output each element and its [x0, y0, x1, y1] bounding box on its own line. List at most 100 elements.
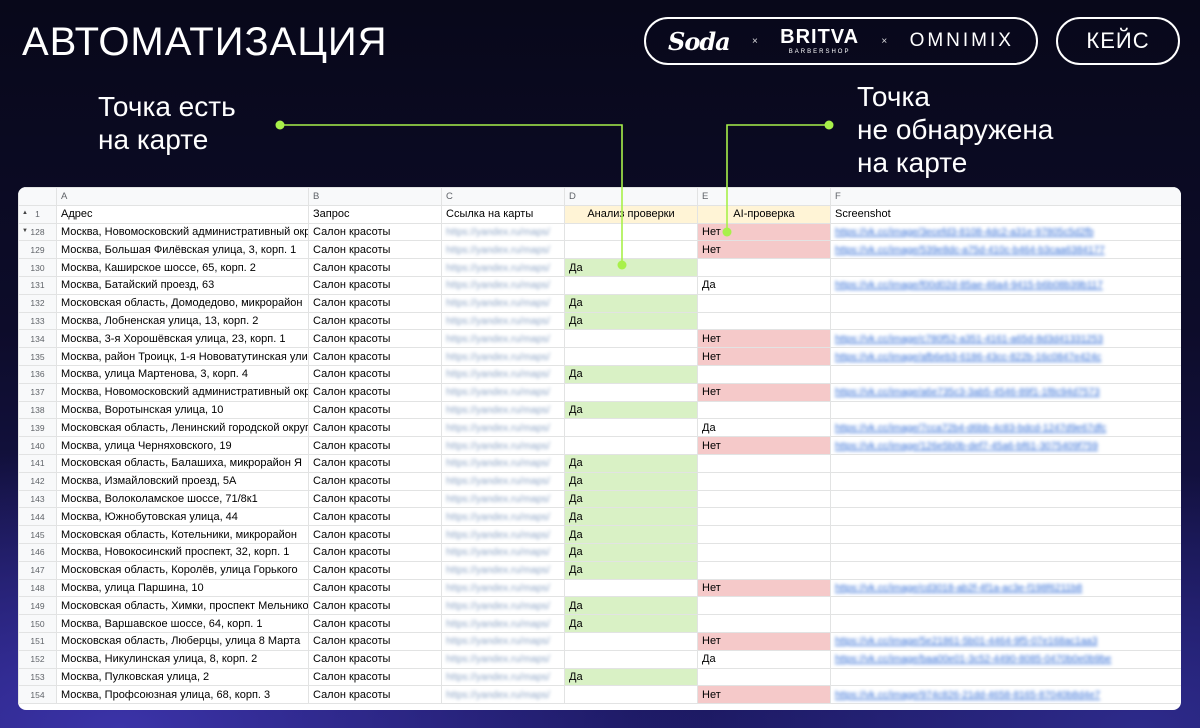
cell-screenshot[interactable]: https://vk.cc/image/3ecefd3-8108-4dc2-a3… [830, 222, 1181, 242]
cell-screenshot[interactable] [830, 453, 1181, 473]
cell-screenshot[interactable] [830, 293, 1181, 313]
cell-query[interactable]: Салон красоты [308, 578, 442, 598]
cell-address[interactable]: Москва, Волоколамское шоссе, 71/8к1 [56, 489, 309, 509]
cell-map-link[interactable]: https://yandex.ru/maps/ [441, 418, 565, 438]
cell-map-link[interactable]: https://yandex.ru/maps/ [441, 614, 565, 633]
cell-analysis[interactable] [564, 649, 698, 669]
cell-address[interactable]: Московская область, Котельники, микрорай… [56, 525, 309, 544]
cell-screenshot[interactable] [830, 667, 1181, 687]
cell-map-link[interactable]: https://yandex.ru/maps/ [441, 667, 565, 687]
cell-screenshot[interactable]: https://vk.cc/image/539e8dc-a75d-410c-b4… [830, 240, 1181, 260]
cell-map-link[interactable]: https://yandex.ru/maps/ [441, 525, 565, 544]
cell-analysis[interactable]: Да [564, 489, 698, 509]
header-ai-check[interactable]: AI-проверка [697, 204, 831, 224]
cell-map-link[interactable]: https://yandex.ru/maps/ [441, 560, 565, 580]
cell-screenshot[interactable]: https://vk.cc/image/c780f52-a351-4161-a6… [830, 329, 1181, 349]
cell-address[interactable]: Московская область, Люберцы, улица 8 Мар… [56, 631, 309, 651]
row-number[interactable]: 151 [18, 631, 57, 651]
header-map-link[interactable]: Ссылка на карты [441, 204, 565, 224]
row-number[interactable]: 149 [18, 596, 57, 616]
row-number[interactable]: 143 [18, 489, 57, 509]
cell-query[interactable]: Салон красоты [308, 560, 442, 580]
cell-ai-check[interactable]: Нет [697, 631, 831, 651]
column-letter-b[interactable]: B [308, 187, 442, 206]
cell-ai-check[interactable] [697, 507, 831, 527]
cell-map-link[interactable]: https://yandex.ru/maps/ [441, 507, 565, 527]
cell-query[interactable]: Салон красоты [308, 542, 442, 562]
cell-ai-check[interactable] [697, 489, 831, 509]
cell-query[interactable]: Салон красоты [308, 667, 442, 687]
map-link[interactable]: https://yandex.ru/maps/ [446, 654, 550, 665]
cell-analysis[interactable] [564, 436, 698, 455]
cell-query[interactable]: Салон красоты [308, 240, 442, 260]
cell-address[interactable]: Москва, улица Мартенова, 3, корп. 4 [56, 364, 309, 384]
cell-address[interactable]: Московская область, Балашиха, микрорайон… [56, 453, 309, 473]
row-number[interactable]: 134 [18, 329, 57, 349]
row-number[interactable]: 132 [18, 293, 57, 313]
row-number[interactable]: 139 [18, 418, 57, 438]
cell-address[interactable]: Московская область, Домодедово, микрорай… [56, 293, 309, 313]
row-number[interactable]: 146 [18, 542, 57, 562]
cell-map-link[interactable]: https://yandex.ru/maps/ [441, 685, 565, 705]
cell-ai-check[interactable] [697, 364, 831, 384]
cell-screenshot[interactable] [830, 560, 1181, 580]
cell-analysis[interactable] [564, 631, 698, 651]
cell-query[interactable]: Салон красоты [308, 364, 442, 384]
map-link[interactable]: https://yandex.ru/maps/ [446, 458, 550, 469]
row-number[interactable]: 140 [18, 436, 57, 455]
cell-map-link[interactable]: https://yandex.ru/maps/ [441, 436, 565, 455]
cell-analysis[interactable] [564, 240, 698, 260]
cell-address[interactable]: Москва, улица Черняховского, 19 [56, 436, 309, 455]
map-link[interactable]: https://yandex.ru/maps/ [446, 263, 550, 274]
map-link[interactable]: https://yandex.ru/maps/ [446, 298, 550, 309]
cell-query[interactable]: Салон красоты [308, 685, 442, 705]
header-query[interactable]: Запрос [308, 204, 442, 224]
cell-map-link[interactable]: https://yandex.ru/maps/ [441, 649, 565, 669]
map-link[interactable]: https://yandex.ru/maps/ [446, 601, 550, 612]
screenshot-link[interactable]: https://vk.cc/image/f00d02d-85ae-46a4-94… [835, 280, 1103, 291]
row-number[interactable]: ▲ 1 [18, 204, 57, 224]
cell-map-link[interactable]: https://yandex.ru/maps/ [441, 596, 565, 616]
cell-query[interactable]: Салон красоты [308, 631, 442, 651]
cell-map-link[interactable]: https://yandex.ru/maps/ [441, 631, 565, 651]
cell-ai-check[interactable]: Нет [697, 240, 831, 260]
screenshot-link[interactable]: https://vk.cc/image/5e21861-5b01-4464-9f… [835, 636, 1097, 647]
map-link[interactable]: https://yandex.ru/maps/ [446, 512, 550, 523]
cell-query[interactable]: Салон красоты [308, 507, 442, 527]
screenshot-link[interactable]: https://vk.cc/image/a6e735c3-3ab5-4546-8… [835, 387, 1100, 398]
cell-ai-check[interactable]: Нет [697, 578, 831, 598]
collapse-up-icon[interactable]: ▲ [22, 210, 28, 216]
cell-analysis[interactable] [564, 685, 698, 705]
cell-address[interactable]: Москва, Лобненская улица, 13, корп. 2 [56, 311, 309, 331]
column-letter-f[interactable]: F [830, 187, 1181, 206]
cell-analysis[interactable]: Да [564, 258, 698, 277]
cell-analysis[interactable] [564, 418, 698, 438]
cell-analysis[interactable]: Да [564, 400, 698, 420]
cell-screenshot[interactable] [830, 471, 1181, 491]
map-link[interactable]: https://yandex.ru/maps/ [446, 547, 550, 558]
cell-map-link[interactable]: https://yandex.ru/maps/ [441, 489, 565, 509]
cell-query[interactable]: Салон красоты [308, 400, 442, 420]
screenshot-link[interactable]: https://vk.cc/image/539e8dc-a75d-410c-b4… [835, 245, 1105, 256]
cell-screenshot[interactable] [830, 311, 1181, 331]
cell-ai-check[interactable] [697, 293, 831, 313]
cell-screenshot[interactable]: https://vk.cc/image/a6e735c3-3ab5-4546-8… [830, 382, 1181, 402]
cell-address[interactable]: Москва, Измайловский проезд, 5А [56, 471, 309, 491]
cell-screenshot[interactable] [830, 614, 1181, 633]
map-link[interactable]: https://yandex.ru/maps/ [446, 619, 550, 630]
cell-address[interactable]: Москва, Южнобутовская улица, 44 [56, 507, 309, 527]
map-link[interactable]: https://yandex.ru/maps/ [446, 387, 550, 398]
cell-map-link[interactable]: https://yandex.ru/maps/ [441, 311, 565, 331]
cell-map-link[interactable]: https://yandex.ru/maps/ [441, 258, 565, 277]
map-link[interactable]: https://yandex.ru/maps/ [446, 405, 550, 416]
expand-down-icon[interactable]: ▼ [22, 228, 28, 234]
cell-map-link[interactable]: https://yandex.ru/maps/ [441, 347, 565, 366]
cell-query[interactable]: Салон красоты [308, 329, 442, 349]
cell-address[interactable]: Москва, Пулковская улица, 2 [56, 667, 309, 687]
cell-screenshot[interactable]: https://vk.cc/image/5e21861-5b01-4464-9f… [830, 631, 1181, 651]
cell-ai-check[interactable] [697, 471, 831, 491]
cell-query[interactable]: Салон красоты [308, 436, 442, 455]
row-number[interactable]: 133 [18, 311, 57, 331]
cell-ai-check[interactable] [697, 596, 831, 616]
cell-analysis[interactable]: Да [564, 525, 698, 544]
